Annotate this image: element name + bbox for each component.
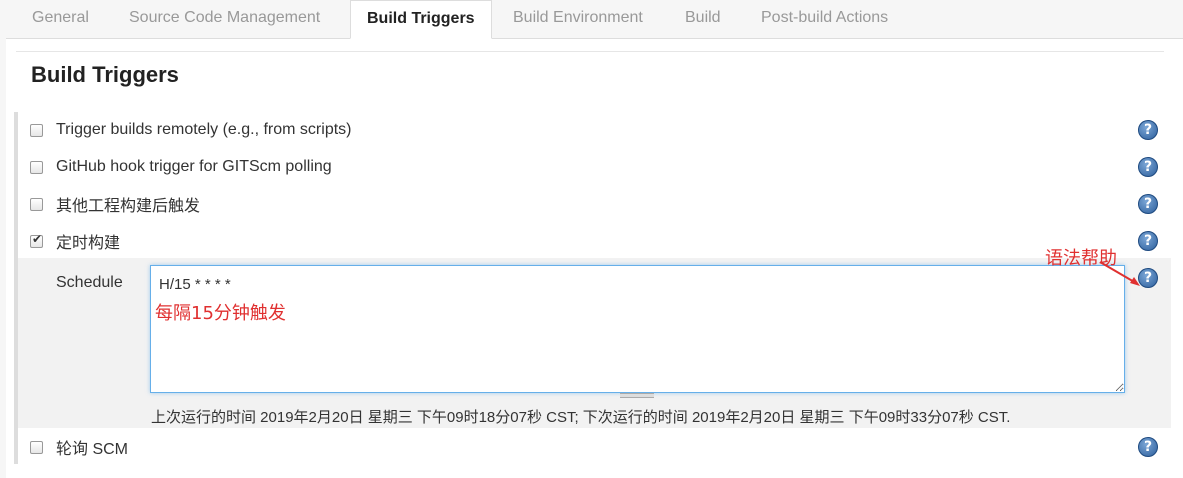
section-title: Build Triggers [31,62,179,87]
poll-scm-row: 轮询 SCM [30,435,128,459]
textarea-resize-grip[interactable] [620,393,654,398]
help-icon[interactable]: ? [1138,120,1158,140]
schedule-label: Schedule [56,274,123,291]
schedule-textarea[interactable]: H/15 * * * * [150,265,1125,393]
trigger-remote-row: Trigger builds remotely (e.g., from scri… [30,118,351,142]
trigger-remote-label[interactable]: Trigger builds remotely (e.g., from scri… [56,121,351,139]
syntax-help-annotation: 语法帮助 [1045,248,1117,269]
schedule-help-icon[interactable]: ? [1138,268,1158,288]
timed-build-label[interactable]: 定时构建 [56,229,120,253]
tab-post-build-actions[interactable]: Post-build Actions [745,0,904,38]
github-hook-checkbox[interactable] [30,160,43,174]
divider [16,51,1164,52]
tab-bar: General Source Code Management Build Tri… [0,0,1183,39]
poll-scm-label[interactable]: 轮询 SCM [56,435,128,459]
help-icon[interactable]: ? [1138,157,1158,177]
tab-build[interactable]: Build [669,0,737,38]
tab-build-environment[interactable]: Build Environment [497,0,659,38]
timed-build-checkbox[interactable] [30,232,43,248]
after-other-build-label[interactable]: 其他工程构建后触发 [56,192,200,216]
run-info-text: 上次运行的时间 2019年2月20日 星期三 下午09时18分07秒 CST; … [151,409,1011,426]
tab-source-code-management[interactable]: Source Code Management [113,0,336,38]
timed-build-row: 定时构建 [30,229,120,253]
poll-scm-checkbox[interactable] [30,440,43,454]
trigger-remote-checkbox[interactable] [30,123,43,137]
tab-build-triggers[interactable]: Build Triggers [350,0,492,39]
every-15-min-annotation: 每隔15分钟触发 [155,303,286,324]
help-icon[interactable]: ? [1138,437,1158,457]
help-icon[interactable]: ? [1138,231,1158,251]
help-icon[interactable]: ? [1138,194,1158,214]
github-hook-row: GitHub hook trigger for GITScm polling [30,155,332,179]
tab-general[interactable]: General [16,0,105,38]
after-other-build-row: 其他工程构建后触发 [30,192,200,216]
after-other-build-checkbox[interactable] [30,197,43,211]
github-hook-label[interactable]: GitHub hook trigger for GITScm polling [56,158,332,176]
